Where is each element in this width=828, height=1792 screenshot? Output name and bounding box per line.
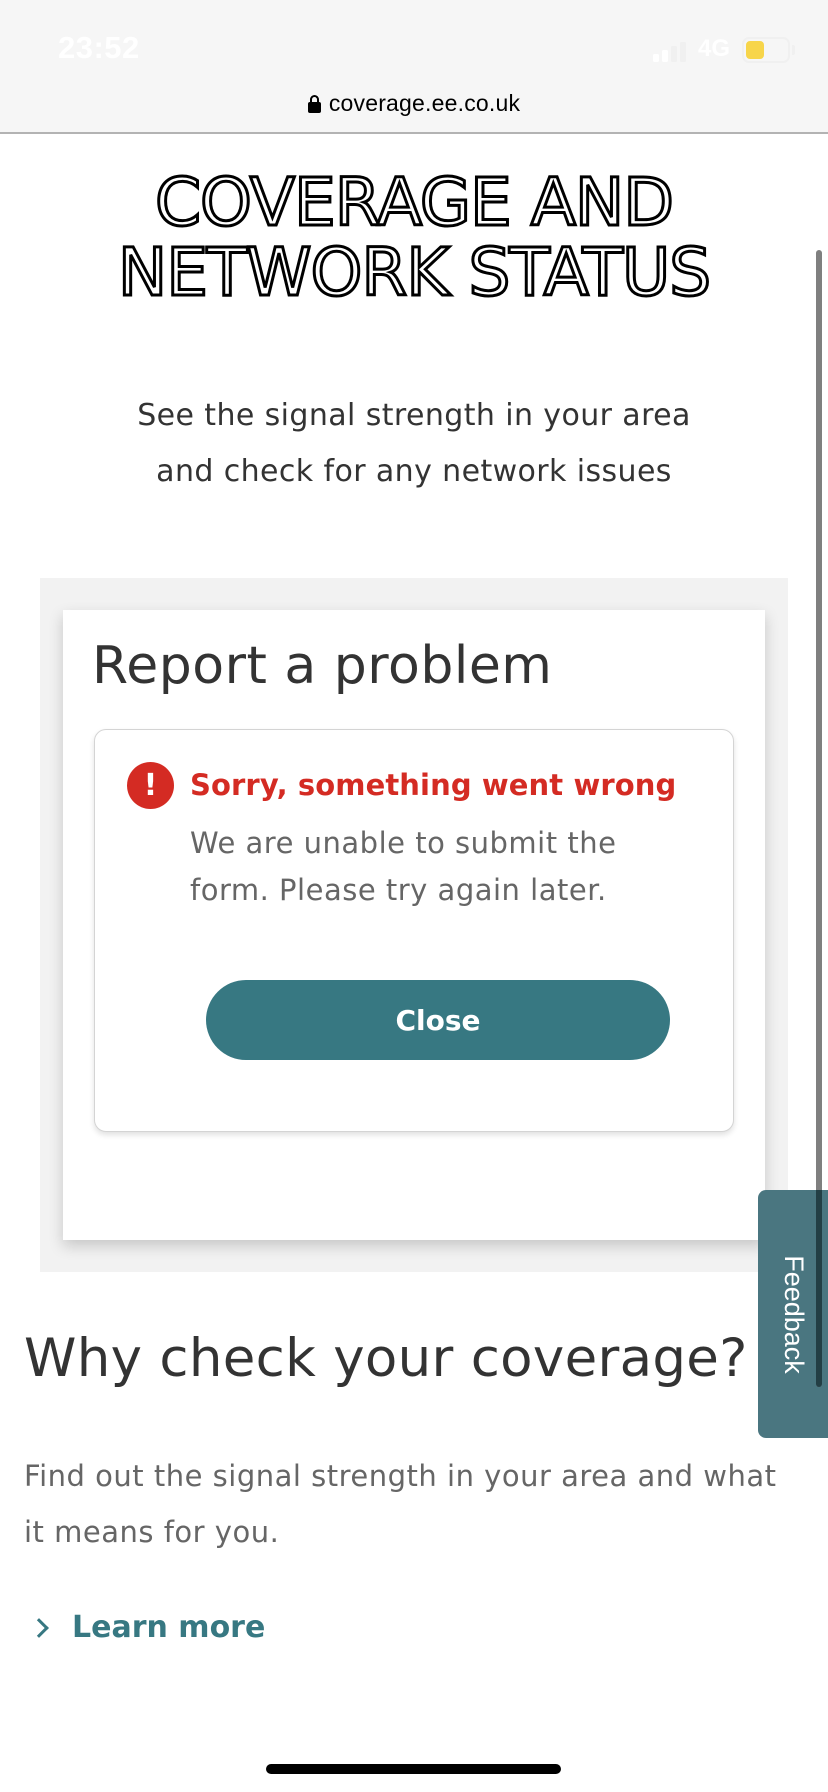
signal-strength-icon [653,40,693,62]
page-title-line1: COVERAGE AND [153,164,675,241]
home-indicator[interactable] [266,1764,561,1774]
page-title: COVERAGE AND NETWORK STATUS [0,164,828,311]
browser-top-bar: 23:52 4G coverage.ee.co.uk [0,0,828,134]
subtitle-line1: See the signal strength in your area [137,398,691,433]
page: 23:52 4G coverage.ee.co.uk COVERAGE AND … [0,0,828,1792]
subtitle-line2: and check for any network issues [156,454,672,489]
section-body: Find out the signal strength in your are… [24,1459,777,1549]
lock-icon [307,95,321,113]
section-heading: Why check your coverage? [24,1328,748,1389]
battery-nub [792,45,795,55]
battery-icon [742,37,790,63]
learn-more-link[interactable]: Learn more [28,1610,265,1645]
exclamation-circle-icon: ! [127,762,174,809]
network-type: 4G [698,35,731,62]
status-time: 23:52 [58,30,140,65]
chevron-right-icon [29,1617,49,1638]
feedback-tab-label: Feedback [778,1254,809,1374]
close-button[interactable]: Close [206,980,670,1060]
feedback-tab-label-wrap[interactable]: Feedback [758,1190,828,1438]
url-text: coverage.ee.co.uk [328,89,521,116]
error-title: Sorry, something went wrong [190,768,677,802]
learn-more-label: Learn more [72,1610,266,1645]
page-subtitle: See the signal strength in your area and… [0,388,828,500]
battery-fill [746,41,764,59]
error-message: We are unable to submit the form. Please… [190,826,617,907]
page-title-line2: NETWORK STATUS [116,234,712,311]
address-bar[interactable]: coverage.ee.co.uk [0,86,828,120]
modal-title: Report a problem [92,636,553,696]
